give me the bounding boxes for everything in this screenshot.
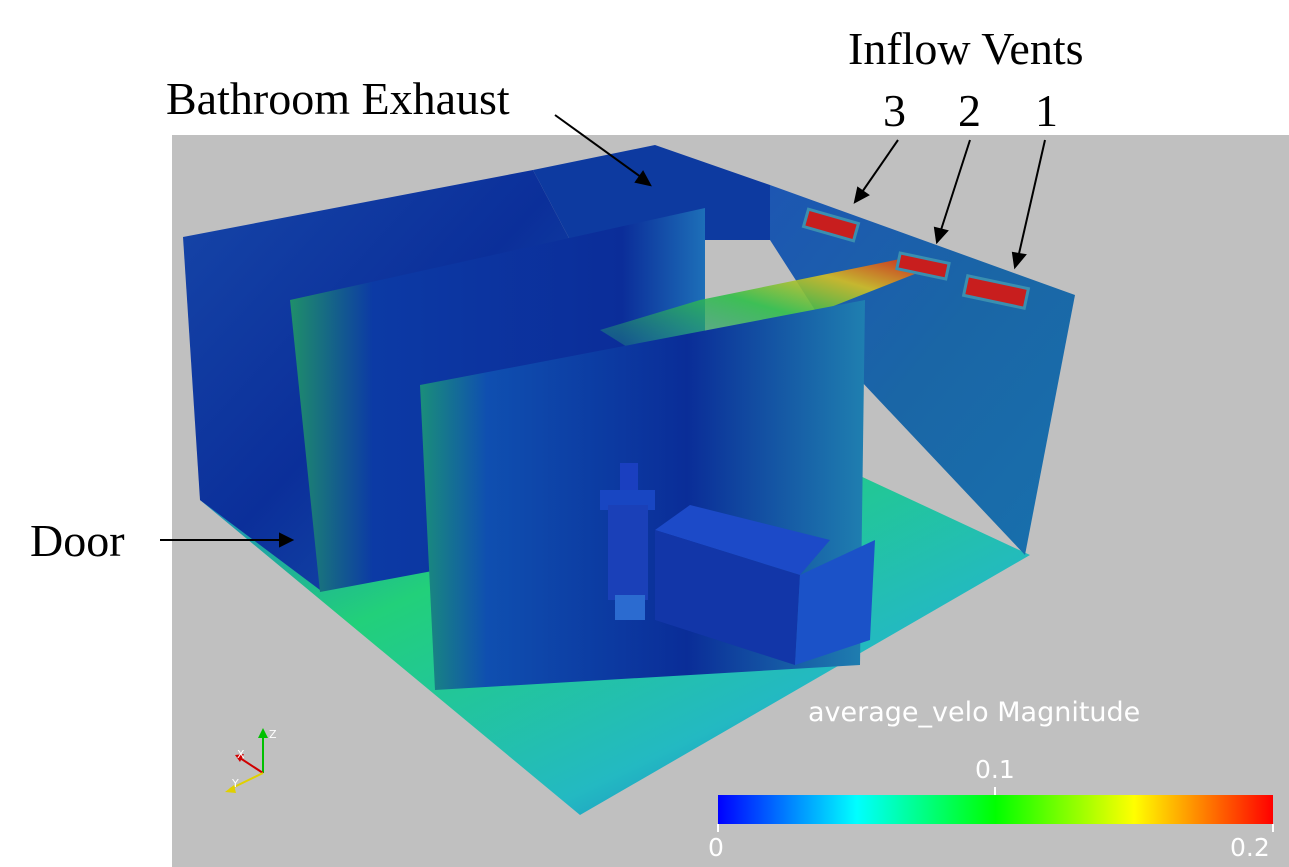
vent-number-1: 1 <box>1035 85 1058 136</box>
vent-number-3: 3 <box>883 85 906 136</box>
legend-min-label: 0 <box>708 833 724 862</box>
legend-colorbar <box>718 795 1273 824</box>
room-visualization: Z X Y <box>160 114 1274 832</box>
orientation-axes: Z X Y <box>225 728 277 793</box>
axis-z-label: Z <box>269 728 277 741</box>
legend-title: average_velo Magnitude <box>808 697 1141 728</box>
vent-number-2: 2 <box>958 85 981 136</box>
legend-mid-label: 0.1 <box>975 755 1015 784</box>
legend-max-label: 0.2 <box>1230 833 1270 862</box>
axis-x-label: X <box>237 748 245 761</box>
inflow-vents-label: Inflow Vents <box>848 23 1084 74</box>
axis-y-label: Y <box>231 777 239 790</box>
door-label: Door <box>30 515 125 566</box>
bathroom-exhaust-label: Bathroom Exhaust <box>166 73 510 124</box>
